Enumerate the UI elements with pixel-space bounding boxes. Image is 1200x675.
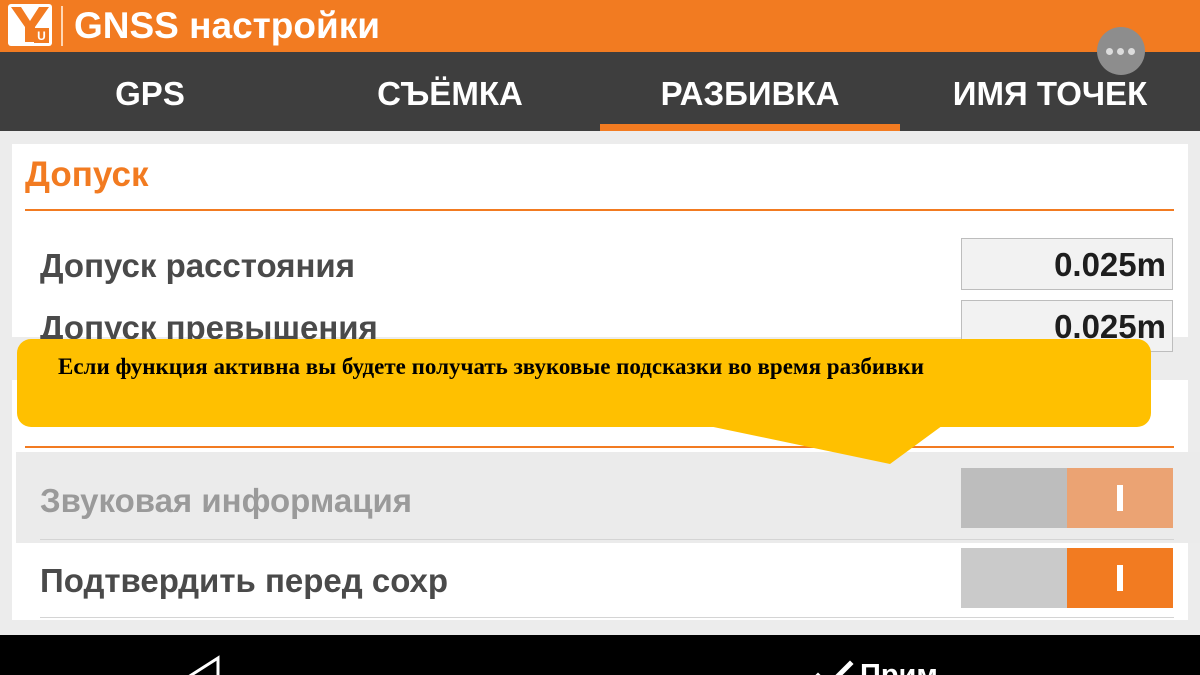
row-divider xyxy=(40,617,1174,618)
title-separator xyxy=(61,6,63,46)
section-title-tolerance: Допуск xyxy=(25,155,149,194)
checkmark-icon xyxy=(815,660,854,675)
tab-survey[interactable]: СЪЁМКА xyxy=(300,52,600,131)
page-title: GNSS настройки xyxy=(74,5,380,46)
more-options-button[interactable] xyxy=(1097,27,1145,75)
sound-info-label: Звуковая информация xyxy=(40,482,413,519)
row-divider xyxy=(40,539,1174,540)
toggle-on-icon xyxy=(1117,565,1123,591)
section-divider xyxy=(25,446,1174,448)
app-logo-icon: U xyxy=(8,4,52,46)
title-bar: U GNSS настройки xyxy=(0,0,1200,52)
apply-button[interactable]: Прим xyxy=(812,655,962,675)
tab-stakeout[interactable]: РАЗБИВКА xyxy=(600,52,900,131)
apply-button-label: Прим xyxy=(860,659,938,675)
tab-point-names[interactable]: ИМЯ ТОЧЕК xyxy=(900,52,1200,131)
tab-gps[interactable]: GPS xyxy=(0,52,300,131)
sound-info-toggle[interactable] xyxy=(961,468,1173,528)
toggle-on-icon xyxy=(1117,485,1123,511)
svg-text:U: U xyxy=(37,29,46,43)
back-triangle-icon[interactable] xyxy=(178,655,222,675)
tab-bar: GPS СЪЁМКА РАЗБИВКА ИМЯ ТОЧЕК xyxy=(0,52,1200,131)
section-divider xyxy=(25,209,1174,211)
dot-icon xyxy=(1117,48,1124,55)
confirm-before-save-label: Подтвердить перед сохр xyxy=(40,562,449,599)
callout-text: Если функция активна вы будете получать … xyxy=(58,354,924,379)
toggle-knob xyxy=(1067,468,1173,528)
dot-icon xyxy=(1106,48,1113,55)
dot-icon xyxy=(1128,48,1135,55)
confirm-before-save-toggle[interactable] xyxy=(961,548,1173,608)
toggle-knob xyxy=(1067,548,1173,608)
distance-tolerance-label: Допуск расстояния xyxy=(40,247,355,284)
distance-tolerance-input[interactable]: 0.025m xyxy=(961,238,1173,290)
